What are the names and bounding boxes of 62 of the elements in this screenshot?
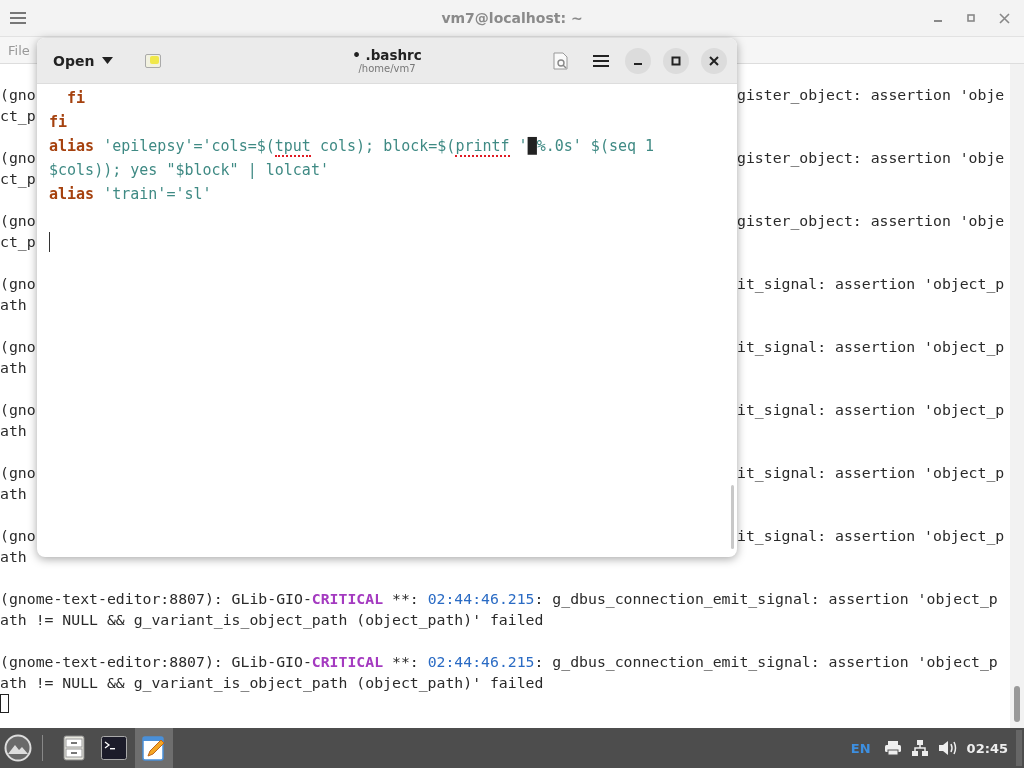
terminal-line: it_signal: assertion 'object_p: [737, 337, 1006, 357]
mountain-logo-icon[interactable]: [4, 734, 32, 762]
terminal-line: ct_p: [0, 169, 37, 189]
maximize-button[interactable]: [663, 47, 689, 74]
minimize-button[interactable]: [625, 47, 651, 74]
document-search-icon[interactable]: [553, 51, 569, 70]
terminal-line: ath: [0, 421, 28, 441]
taskbar-button[interactable]: [135, 728, 173, 768]
terminal-line: (gno: [0, 526, 37, 546]
document-title: • .bashrc: [352, 46, 422, 63]
code-line: fi: [66, 89, 86, 107]
terminal-line: (gnome-text-editor:8807): GLib-GIO-CRITICAL **: 02:44:46.215: g_dbus_connection_emit_signal: assertion 'object_p: [0, 590, 998, 607]
terminal-line: gister_object: assertion 'obje: [737, 148, 1006, 168]
caret-icon: [102, 57, 114, 64]
terminal-line: ath != NULL && g_variant_is_object_path (object_path)' failed: [0, 611, 544, 628]
network-icon[interactable]: [910, 739, 929, 757]
terminal-line: (gno: [0, 148, 37, 168]
scrollbar[interactable]: [1010, 64, 1024, 728]
terminal-line: ct_p: [0, 106, 37, 126]
terminal-line: it_signal: assertion 'object_p: [737, 274, 1006, 294]
code-line: alias 'train'='sl': [49, 185, 212, 203]
code-line: alias 'epilepsy'='cols=$(tput cols); block=$(printf '█%.0s' $(seq 1: [49, 137, 655, 157]
volume-icon[interactable]: [937, 740, 958, 756]
text-cursor-icon: [49, 232, 50, 252]
clock[interactable]: 02:45: [966, 740, 1008, 756]
window-title: vm7@localhost: ~: [441, 10, 583, 26]
notepad-pencil-icon: [142, 735, 166, 761]
terminal-line: (gno: [0, 85, 37, 105]
terminal-line: gister_object: assertion 'obje: [737, 211, 1006, 231]
terminal-line: it_signal: assertion 'object_p: [737, 526, 1006, 546]
terminal-line: ath: [0, 295, 28, 315]
terminal-line: (gno: [0, 274, 37, 294]
terminal-cursor-icon: [0, 694, 9, 713]
open-button[interactable]: Open: [45, 46, 122, 75]
terminal-icon: [101, 736, 127, 760]
terminal-line: (gno: [0, 337, 37, 357]
code-line: $cols)); yes "$block" | lolcat': [49, 161, 329, 179]
code-line: fi: [49, 113, 68, 131]
terminal-line: (gno: [0, 211, 37, 231]
terminal-line: ath != NULL && g_variant_is_object_path (object_path)' failed: [0, 674, 544, 691]
close-icon[interactable]: [999, 12, 1010, 24]
terminal-line: it_signal: assertion 'object_p: [737, 400, 1006, 420]
scrollbar[interactable]: [731, 485, 734, 549]
terminal-line: ath: [0, 484, 28, 504]
file-cabinet-icon: [63, 735, 85, 761]
terminal-line: it_signal: assertion 'object_p: [737, 463, 1006, 483]
terminal-line: ath: [0, 547, 28, 567]
close-icon: [709, 55, 719, 66]
taskbar-handle[interactable]: [1016, 730, 1022, 766]
terminal-line: gister_object: assertion 'obje: [737, 85, 1006, 105]
menu-icon[interactable]: [593, 53, 609, 68]
maximize-icon[interactable]: [966, 13, 976, 23]
terminal-line: (gno: [0, 400, 37, 420]
printer-icon[interactable]: [883, 740, 902, 756]
maximize-icon: [671, 55, 681, 66]
terminal-line: ath: [0, 358, 28, 378]
terminal-line: (gnome-text-editor:8807): GLib-GIO-CRITICAL **: 02:44:46.215: g_dbus_connection_emit_signal: assertion 'object_p: [0, 653, 998, 670]
terminal-line: ct_p: [0, 232, 37, 252]
minimize-icon: [634, 62, 642, 65]
terminal-line: (gno: [0, 463, 37, 483]
document-path: /home/vm7: [358, 62, 416, 75]
close-button[interactable]: [701, 47, 727, 74]
